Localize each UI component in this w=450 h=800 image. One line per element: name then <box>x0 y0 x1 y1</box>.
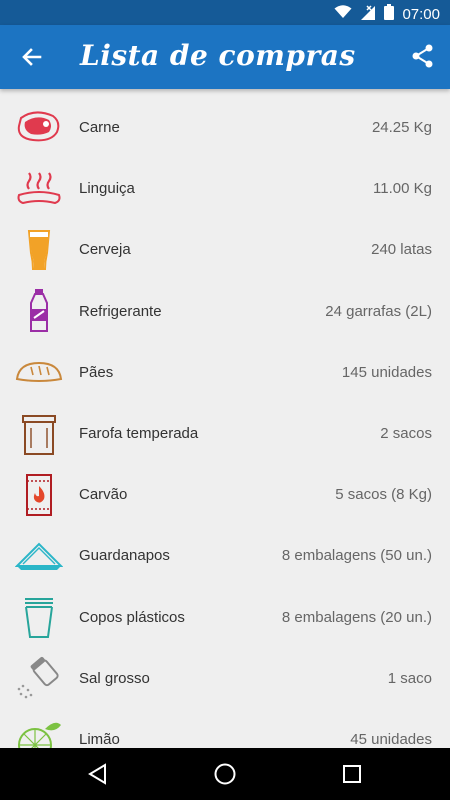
item-quantity: 45 unidades <box>350 730 432 748</box>
app-bar: Lista de compras <box>0 25 450 89</box>
list-item[interactable]: Copos plásticos 8 embalagens (20 un.) <box>0 587 450 648</box>
item-name: Carvão <box>79 486 128 504</box>
item-quantity: 5 sacos (8 Kg) <box>335 486 432 504</box>
item-name: Farofa temperada <box>79 425 199 443</box>
clock-time: 07:00 <box>402 5 440 23</box>
item-name: Sal grosso <box>79 669 150 687</box>
item-quantity: 2 sacos <box>380 425 432 443</box>
home-circle-icon[interactable] <box>213 762 237 786</box>
item-name: Refrigerante <box>79 302 162 320</box>
napkin-icon <box>14 531 64 581</box>
item-quantity: 240 latas <box>371 241 432 259</box>
item-quantity: 8 embalagens (20 un.) <box>281 608 432 626</box>
share-icon[interactable] <box>410 43 436 69</box>
item-quantity: 145 unidades <box>341 363 432 381</box>
list-item[interactable]: Sal grosso 1 saco <box>0 648 450 709</box>
recents-square-icon[interactable] <box>340 762 364 786</box>
beer-icon <box>14 225 64 275</box>
cell-signal-icon <box>360 4 376 24</box>
lemon-icon <box>14 714 64 748</box>
item-name: Pães <box>79 363 114 381</box>
meat-icon <box>14 103 64 153</box>
plastic-cup-icon <box>14 592 64 642</box>
back-triangle-icon[interactable] <box>86 762 110 786</box>
charcoal-bag-icon <box>14 470 64 520</box>
list-item[interactable]: Cerveja 240 latas <box>0 219 450 280</box>
item-quantity: 24.25 Kg <box>371 119 432 137</box>
list-item[interactable]: Linguiça 11.00 Kg <box>0 158 450 219</box>
item-name: Limão <box>79 730 120 748</box>
list-item[interactable]: Pães 145 unidades <box>0 342 450 403</box>
item-quantity: 1 saco <box>387 669 432 687</box>
wifi-icon <box>334 5 352 23</box>
battery-icon <box>384 4 395 24</box>
item-quantity: 24 garrafas (2L) <box>325 302 432 320</box>
back-arrow-icon[interactable] <box>18 43 46 71</box>
list-item[interactable]: Farofa temperada 2 sacos <box>0 403 450 464</box>
item-quantity: 8 embalagens (50 un.) <box>281 547 432 565</box>
item-name: Guardanapos <box>79 547 170 565</box>
salt-shaker-icon <box>14 653 64 703</box>
list-item[interactable]: Carvão 5 sacos (8 Kg) <box>0 464 450 525</box>
shopping-list: Carne 24.25 Kg Linguiça 11.00 Kg Cerveja… <box>0 97 450 748</box>
list-item[interactable]: Carne 24.25 Kg <box>0 97 450 158</box>
list-item[interactable]: Guardanapos 8 embalagens (50 un.) <box>0 525 450 586</box>
item-name: Linguiça <box>79 180 135 198</box>
list-item[interactable]: Refrigerante 24 garrafas (2L) <box>0 281 450 342</box>
item-name: Carne <box>79 119 120 137</box>
list-item[interactable]: Limão 45 unidades <box>0 709 450 748</box>
page-title: Lista de compras <box>80 39 356 72</box>
bread-icon <box>14 347 64 397</box>
navigation-bar <box>0 748 450 800</box>
status-bar: 07:00 <box>0 0 450 25</box>
soda-bottle-icon <box>14 286 64 336</box>
item-quantity: 11.00 Kg <box>373 180 432 198</box>
farofa-bag-icon <box>14 409 64 459</box>
item-name: Cerveja <box>79 241 131 259</box>
item-name: Copos plásticos <box>79 608 185 626</box>
sausage-icon <box>14 164 64 214</box>
